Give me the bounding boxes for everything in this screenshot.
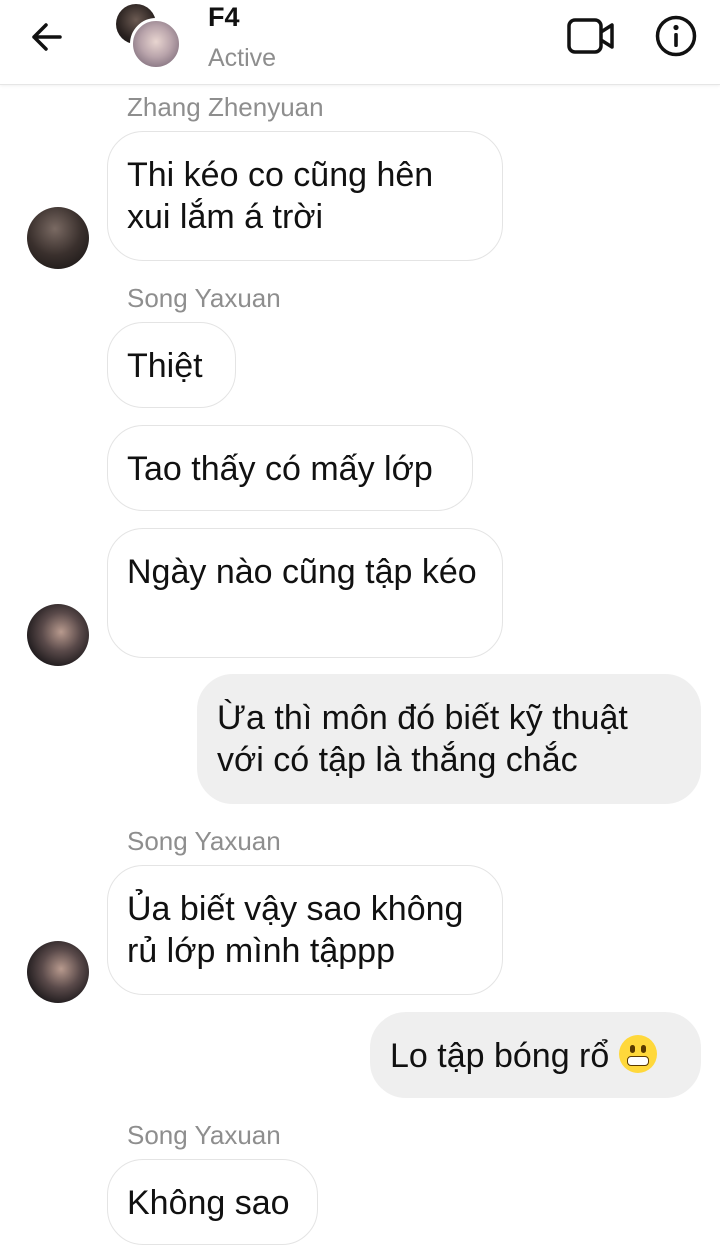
sender-name: Song Yaxuan [127,826,281,856]
info-button[interactable] [654,14,698,58]
chat-header: F4 Active [0,0,720,85]
chat-title[interactable]: F4 [208,2,240,33]
sender-avatar[interactable] [27,941,89,1003]
message-bubble[interactable]: Tao thấy có mấy lớp [107,425,473,511]
sender-name: Zhang Zhenyuan [127,92,324,122]
message-bubble[interactable]: Ngày nào cũng tập kéo [107,528,503,658]
sender-name: Song Yaxuan [127,1120,281,1150]
active-status: Active [208,44,277,72]
member-avatar [130,18,182,70]
my-message-bubble[interactable]: Ừa thì môn đó biết kỹ thuật với có tập l… [197,674,701,804]
message-bubble[interactable]: Thiệt [107,322,236,408]
video-call-button[interactable] [566,16,616,56]
back-arrow-icon [32,23,62,51]
video-call-icon [567,18,614,54]
info-icon [655,15,697,57]
sender-avatar[interactable] [27,604,89,666]
grimacing-face-icon [618,1035,657,1073]
group-avatar[interactable] [114,4,182,70]
back-button[interactable] [24,18,68,56]
sender-name: Song Yaxuan [127,283,281,313]
message-bubble[interactable]: Ủa biết vậy sao không rủ lớp mình tậppp [107,865,503,995]
message-text: Lo tập bóng rổ [390,1037,610,1075]
message-bubble[interactable]: Thi kéo co cũng hên xui lắm á trời [107,131,503,261]
message-bubble[interactable]: Không sao [107,1159,318,1245]
my-message-bubble[interactable]: Lo tập bóng rổ [370,1012,701,1098]
sender-avatar[interactable] [27,207,89,269]
